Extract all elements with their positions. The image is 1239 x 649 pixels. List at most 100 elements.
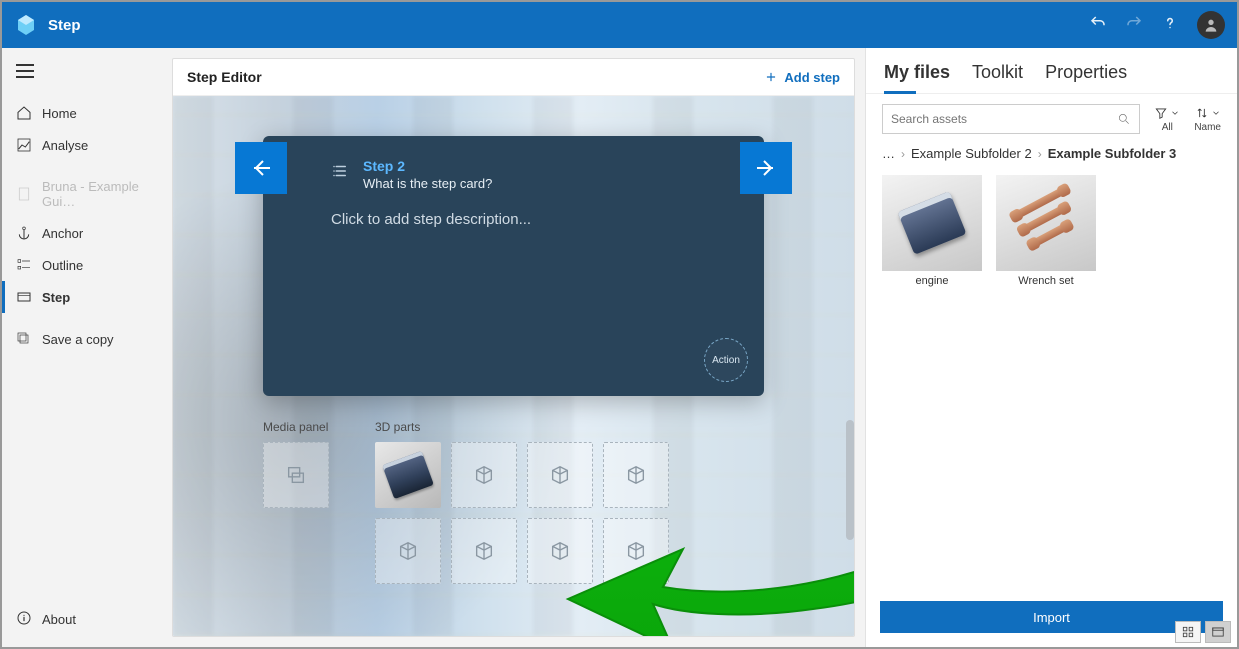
sidebar-item-label: Save a copy	[42, 332, 114, 347]
breadcrumb: … › Example Subfolder 2 › Example Subfol…	[866, 140, 1237, 167]
arrow-left-icon	[249, 156, 273, 180]
asset-grid: engine Wrench set	[866, 167, 1237, 295]
media-panel: Media panel	[263, 420, 329, 584]
part-slot-filled[interactable]	[375, 442, 441, 508]
engine-thumbnail-icon	[382, 451, 434, 499]
sidebar-item-home[interactable]: Home	[2, 97, 162, 129]
tab-label: Properties	[1045, 62, 1127, 82]
editor-area: Step Editor Add step	[162, 48, 865, 647]
undo-icon[interactable]	[1089, 14, 1107, 37]
previous-step-button[interactable]	[235, 142, 287, 194]
sidebar-item-label: Step	[42, 290, 70, 305]
shell: Home Analyse Bruna - Example Gui… Anchor…	[2, 48, 1237, 647]
sidebar-item-save-copy[interactable]: Save a copy	[2, 323, 162, 355]
info-icon	[16, 610, 32, 629]
sidebar-item-step[interactable]: Step	[2, 281, 162, 313]
tab-label: My files	[884, 62, 950, 82]
step-card[interactable]: Step 2 What is the step card? Click to a…	[263, 136, 764, 396]
sidebar-item-about[interactable]: About	[2, 600, 162, 639]
sidebar-item-outline[interactable]: Outline	[2, 249, 162, 281]
panel-view-button[interactable]	[1205, 621, 1231, 643]
asset-item-engine[interactable]: engine	[882, 175, 982, 287]
breadcrumb-item[interactable]: Example Subfolder 2	[911, 146, 1032, 161]
scrollbar-thumb[interactable]	[846, 420, 854, 540]
filter-icon	[1154, 106, 1168, 120]
grid-icon	[1181, 625, 1195, 639]
tab-toolkit[interactable]: Toolkit	[972, 62, 1023, 93]
sidebar-item-label: Analyse	[42, 138, 88, 153]
part-slot-empty[interactable]	[603, 518, 669, 584]
action-chip-label: Action	[712, 355, 740, 366]
breadcrumb-root[interactable]: …	[882, 146, 895, 161]
parts-panel: 3D parts	[375, 420, 669, 584]
sidebar-item-label: Home	[42, 106, 77, 121]
cube-icon	[397, 540, 419, 562]
redo-icon[interactable]	[1125, 14, 1143, 37]
sort-button[interactable]: Name	[1194, 106, 1221, 133]
engine-thumbnail-icon	[897, 191, 966, 255]
save-copy-icon	[16, 331, 32, 347]
add-step-label: Add step	[784, 70, 840, 85]
tab-label: Toolkit	[972, 62, 1023, 82]
image-stack-icon	[285, 464, 307, 486]
next-step-button[interactable]	[740, 142, 792, 194]
search-icon	[1117, 112, 1131, 126]
hamburger-icon[interactable]	[2, 56, 162, 91]
asset-item-wrenches[interactable]: Wrench set	[996, 175, 1096, 287]
cube-icon	[473, 464, 495, 486]
search-input[interactable]	[882, 104, 1140, 134]
step-icon	[16, 289, 32, 305]
anchor-icon	[16, 225, 32, 241]
chart-icon	[16, 137, 32, 153]
cube-icon	[625, 464, 647, 486]
sidebar-item-anchor[interactable]: Anchor	[2, 217, 162, 249]
panel-icon	[1211, 625, 1225, 639]
sidebar: Home Analyse Bruna - Example Gui… Anchor…	[2, 48, 162, 647]
media-slot[interactable]	[263, 442, 329, 508]
home-icon	[16, 105, 32, 121]
editor-stage: Step 2 What is the step card? Click to a…	[173, 96, 854, 636]
sort-label: Name	[1194, 122, 1221, 133]
cube-icon	[625, 540, 647, 562]
asset-label: engine	[915, 275, 948, 287]
cube-icon	[473, 540, 495, 562]
document-icon	[16, 186, 32, 202]
search-field[interactable]	[891, 112, 1117, 126]
plus-icon	[764, 70, 778, 84]
part-slot-empty[interactable]	[527, 442, 593, 508]
part-slot-empty[interactable]	[603, 442, 669, 508]
editor-card: Step Editor Add step	[172, 58, 855, 637]
media-panel-label: Media panel	[263, 420, 329, 434]
part-slot-empty[interactable]	[375, 518, 441, 584]
step-list-icon	[331, 162, 349, 180]
cube-icon	[549, 464, 571, 486]
step-description-input[interactable]: Click to add step description...	[331, 211, 736, 228]
import-button[interactable]: Import	[880, 601, 1223, 633]
sidebar-item-label: Anchor	[42, 226, 83, 241]
sort-icon	[1195, 106, 1209, 120]
user-avatar[interactable]	[1197, 11, 1225, 39]
app-title: Step	[48, 17, 81, 34]
sidebar-item-document[interactable]: Bruna - Example Gui…	[2, 171, 162, 217]
outline-icon	[16, 257, 32, 273]
filter-button[interactable]: All	[1154, 106, 1180, 133]
help-icon[interactable]	[1161, 14, 1179, 37]
sidebar-item-label: Bruna - Example Gui…	[42, 179, 148, 209]
tab-my-files[interactable]: My files	[884, 62, 950, 93]
action-chip[interactable]: Action	[704, 338, 748, 382]
grid-view-button[interactable]	[1175, 621, 1201, 643]
sidebar-item-analyse[interactable]: Analyse	[2, 129, 162, 161]
part-slot-empty[interactable]	[451, 518, 517, 584]
tab-properties[interactable]: Properties	[1045, 62, 1127, 93]
app-logo-icon	[14, 13, 38, 37]
asset-label: Wrench set	[1018, 275, 1073, 287]
sidebar-item-label: About	[42, 612, 76, 627]
chevron-right-icon: ›	[901, 147, 905, 161]
add-step-button[interactable]: Add step	[764, 70, 840, 85]
part-slot-empty[interactable]	[527, 518, 593, 584]
part-slot-empty[interactable]	[451, 442, 517, 508]
arrow-right-icon	[754, 156, 778, 180]
breadcrumb-item[interactable]: Example Subfolder 3	[1048, 146, 1177, 161]
wrenches-thumbnail-icon	[1011, 193, 1081, 253]
sidebar-item-label: Outline	[42, 258, 83, 273]
